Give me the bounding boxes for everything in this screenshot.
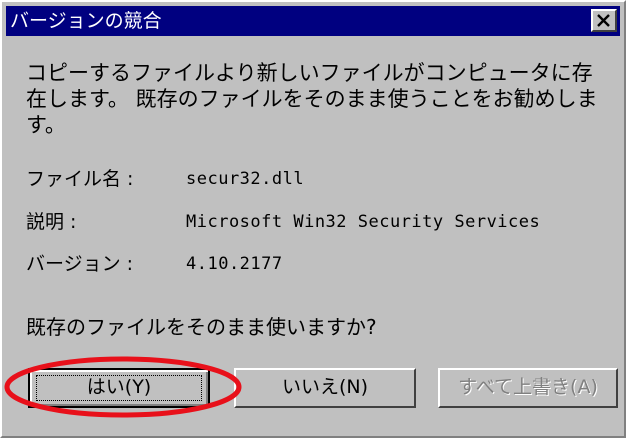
close-icon	[597, 14, 610, 27]
yes-button[interactable]: はい(Y)	[28, 368, 210, 408]
no-button-label: いいえ(N)	[281, 376, 369, 398]
question-text: 既存のファイルをそのまま使いますか?	[26, 315, 377, 339]
close-button[interactable]	[591, 9, 617, 32]
title-bar[interactable]: バージョンの競合	[6, 6, 620, 36]
version-value: 4.10.2177	[186, 254, 283, 274]
description-label: 説明 :	[26, 211, 77, 233]
file-name-value: secur32.dll	[186, 169, 305, 189]
conflict-message: コピーするファイルより新しいファイルがコンピュータに存在します。 既存のファイル…	[26, 61, 598, 137]
version-label: バージョン :	[26, 253, 134, 275]
description-value: Microsoft Win32 Security Services	[186, 212, 541, 232]
dialog-title: バージョンの競合	[10, 10, 162, 32]
overwrite-all-button-label: すべて上書き(A)	[458, 376, 598, 398]
file-name-label: ファイル名 :	[26, 168, 134, 190]
overwrite-all-button: すべて上書き(A)	[438, 368, 618, 408]
no-button[interactable]: いいえ(N)	[234, 368, 416, 408]
version-conflict-dialog: バージョンの競合 コピーするファイルより新しいファイルがコンピュータに存在します…	[0, 0, 626, 438]
focus-rectangle	[36, 375, 202, 401]
